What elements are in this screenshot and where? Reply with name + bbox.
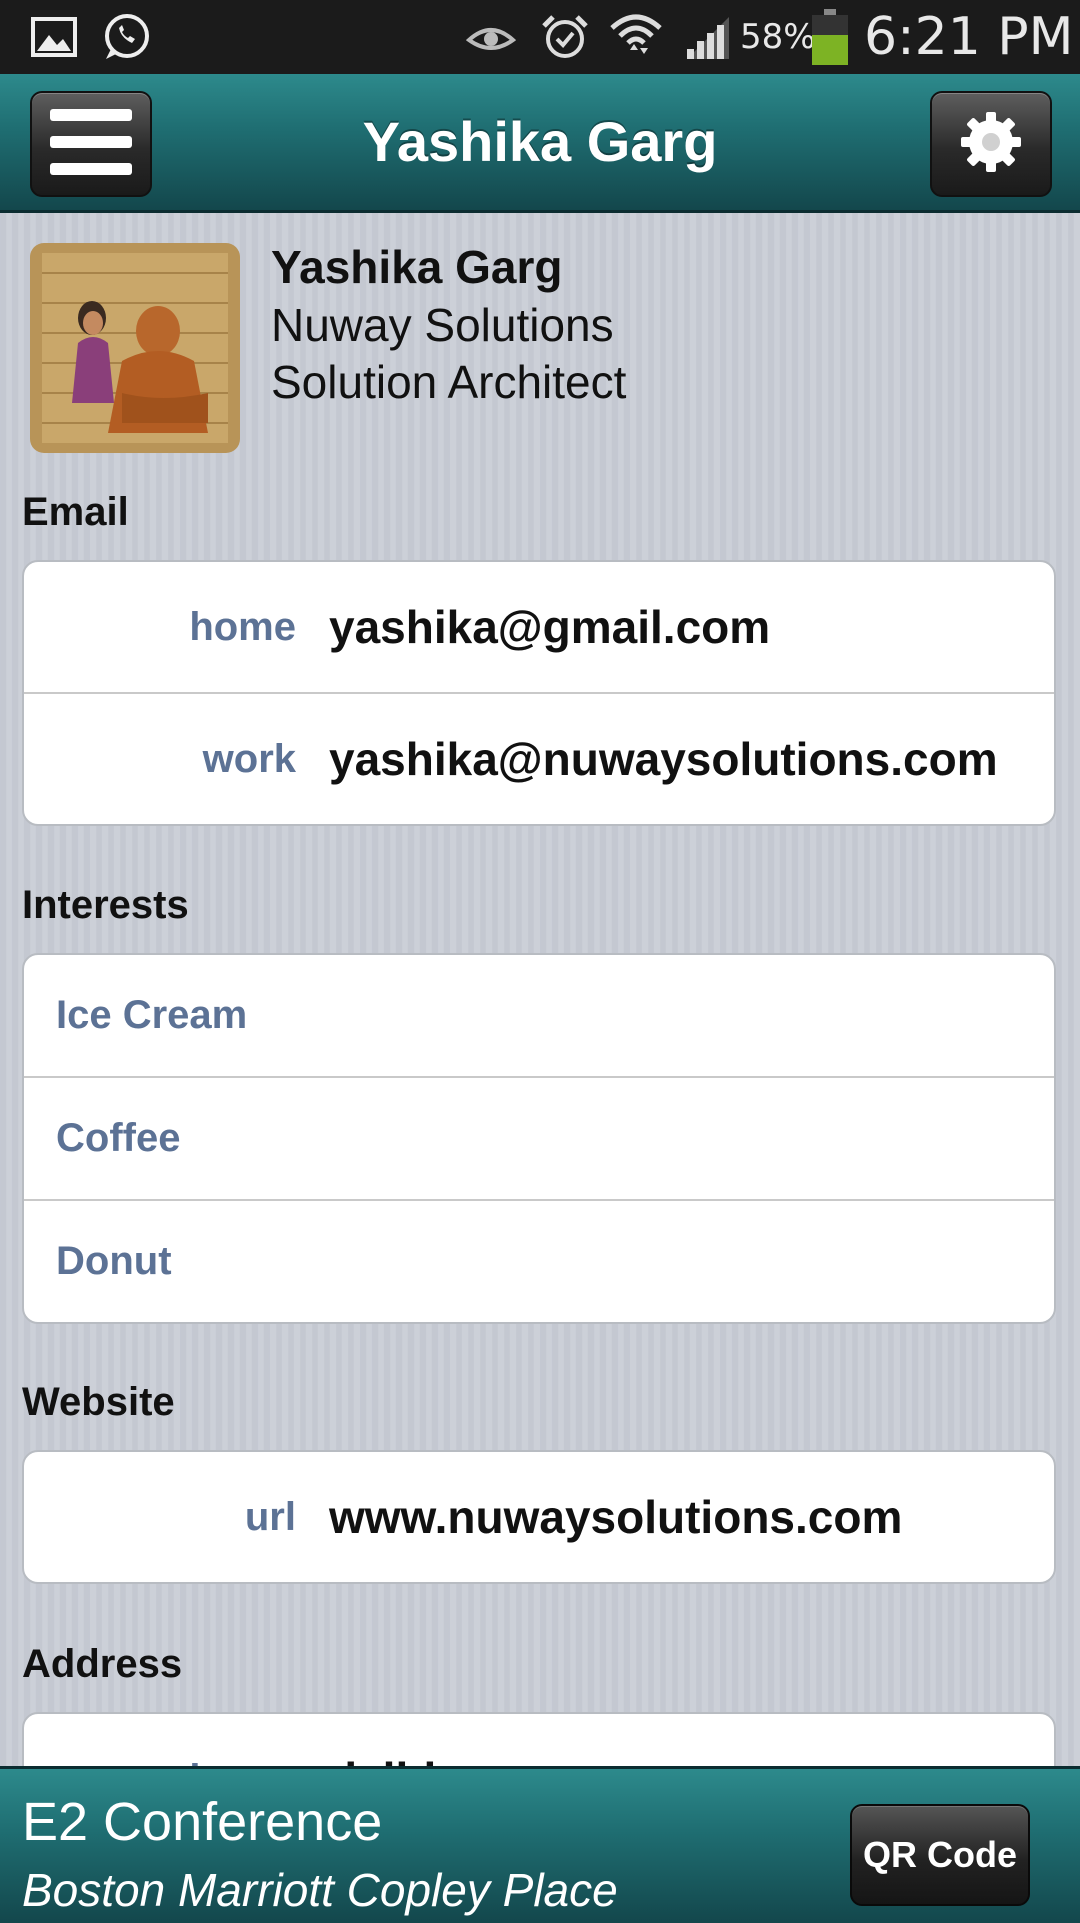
qr-code-button[interactable]: QR Code bbox=[850, 1804, 1030, 1906]
event-location: Boston Marriott Copley Place bbox=[22, 1864, 618, 1916]
website-value[interactable]: www.nuwaysolutions.com bbox=[329, 1452, 902, 1582]
event-footer: E2 Conference Boston Marriott Copley Pla… bbox=[0, 1766, 1080, 1923]
profile-position: Solution Architect bbox=[271, 356, 627, 408]
eye-icon bbox=[462, 0, 520, 74]
gear-icon bbox=[955, 106, 1027, 183]
whatsapp-icon bbox=[96, 0, 156, 74]
website-row-url[interactable]: url www.nuwaysolutions.com bbox=[24, 1452, 1054, 1582]
interests-section-label: Interests bbox=[22, 883, 189, 927]
avatar bbox=[30, 243, 240, 453]
website-card: url www.nuwaysolutions.com bbox=[22, 1450, 1056, 1584]
interest-item[interactable]: Donut bbox=[24, 1201, 1054, 1322]
menu-button[interactable] bbox=[30, 91, 152, 197]
address-section-label: Address bbox=[22, 1642, 183, 1686]
event-title: E2 Conference bbox=[22, 1792, 383, 1852]
interest-label: Coffee bbox=[56, 1116, 181, 1160]
email-type-label: work bbox=[202, 737, 296, 781]
battery-percent: 58% bbox=[740, 17, 816, 57]
wifi-icon bbox=[606, 0, 666, 74]
clock: 6:21 PM bbox=[864, 7, 1074, 67]
status-bar: 58% 6:21 PM bbox=[0, 0, 1080, 74]
profile-company: Nuway Solutions bbox=[271, 299, 614, 351]
alarm-icon bbox=[536, 0, 594, 74]
email-row-home[interactable]: home yashika@gmail.com bbox=[24, 562, 1054, 694]
interest-label: Ice Cream bbox=[56, 993, 248, 1037]
profile-name: Yashika Garg bbox=[271, 241, 563, 293]
battery-icon bbox=[810, 0, 850, 74]
gallery-icon bbox=[24, 0, 84, 74]
email-value[interactable]: yashika@gmail.com bbox=[329, 562, 770, 692]
interests-card: Ice Cream Coffee Donut bbox=[22, 953, 1056, 1324]
page-title: Yashika Garg bbox=[362, 110, 718, 173]
interest-item[interactable]: Ice Cream bbox=[24, 955, 1054, 1078]
settings-button[interactable] bbox=[930, 91, 1052, 197]
email-card: home yashika@gmail.com work yashika@nuwa… bbox=[22, 560, 1056, 826]
website-type-label: url bbox=[244, 1495, 296, 1539]
signal-icon bbox=[680, 0, 736, 74]
app-header: Yashika Garg bbox=[0, 74, 1080, 213]
email-value[interactable]: yashika@nuwaysolutions.com bbox=[329, 694, 998, 824]
email-row-work[interactable]: work yashika@nuwaysolutions.com bbox=[24, 694, 1054, 824]
email-type-label: home bbox=[189, 605, 296, 649]
website-section-label: Website bbox=[22, 1380, 175, 1424]
email-section-label: Email bbox=[22, 490, 129, 534]
interest-label: Donut bbox=[56, 1239, 172, 1283]
hamburger-menu-icon bbox=[50, 107, 132, 182]
interest-item[interactable]: Coffee bbox=[24, 1078, 1054, 1201]
